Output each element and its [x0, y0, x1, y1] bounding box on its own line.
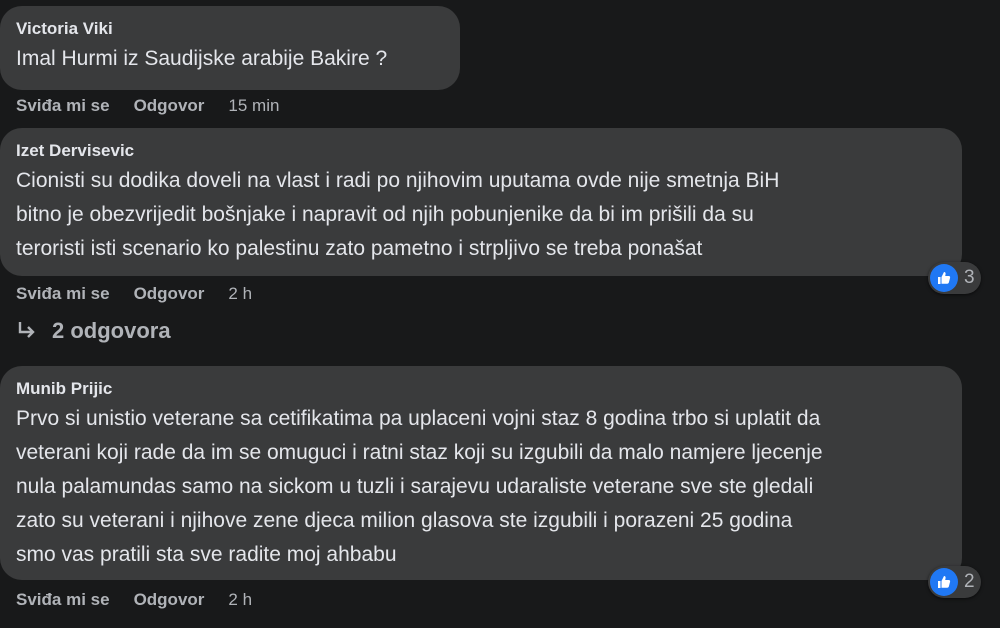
comment-author[interactable]: Munib Prijic: [16, 378, 946, 400]
reaction-summary[interactable]: 2: [928, 566, 981, 598]
comment-bubble: Victoria Viki Imal Hurmi iz Saudijske ar…: [0, 6, 460, 90]
reaction-count: 2: [964, 571, 975, 592]
reply-button[interactable]: Odgovor: [134, 95, 205, 117]
comment-timestamp[interactable]: 15 min: [228, 95, 279, 117]
reply-button[interactable]: Odgovor: [134, 589, 205, 611]
comment-timestamp[interactable]: 2 h: [228, 589, 252, 611]
comment-text: Prvo si unistio veterane sa cetifikatima…: [16, 402, 946, 572]
replies-count-label: 2 odgovora: [52, 318, 171, 343]
comment-timestamp[interactable]: 2 h: [228, 283, 252, 305]
like-button[interactable]: Sviđa mi se: [16, 95, 110, 117]
comment-actions: Sviđa mi se Odgovor 2 h: [16, 283, 252, 305]
comment-bubble: Izet Dervisevic Cionisti su dodika dovel…: [0, 128, 962, 276]
like-button[interactable]: Sviđa mi se: [16, 589, 110, 611]
comment-text-line: zato su veterani i njihove zene djeca mi…: [16, 509, 793, 532]
comment-actions: Sviđa mi se Odgovor 15 min: [16, 95, 279, 117]
comments-section: Victoria Viki Imal Hurmi iz Saudijske ar…: [0, 0, 1000, 628]
reaction-summary[interactable]: 3: [928, 262, 981, 294]
like-thumb-icon: [930, 264, 958, 292]
comment-text-line: veterani koji rade da im se omuguci i ra…: [16, 441, 823, 464]
like-thumb-icon: [930, 568, 958, 596]
comment-text: Cionisti su dodika doveli na vlast i rad…: [16, 164, 946, 266]
comment-text-line: Cionisti su dodika doveli na vlast i rad…: [16, 169, 780, 192]
reply-arrow-icon: [16, 320, 38, 342]
comment-text: Imal Hurmi iz Saudijske arabije Bakire ?: [16, 47, 388, 70]
comment-bubble: Munib Prijic Prvo si unistio veterane sa…: [0, 366, 962, 580]
comment-text-line: teroristi isti scenario ko palestinu zat…: [16, 237, 703, 260]
like-button[interactable]: Sviđa mi se: [16, 283, 110, 305]
comment-text-line: bitno je obezvrijedit bošnjake i napravi…: [16, 203, 754, 226]
reply-button[interactable]: Odgovor: [134, 283, 205, 305]
comment-text-line: smo vas pratili sta sve radite moj ahbab…: [16, 543, 397, 566]
view-replies-link[interactable]: 2 odgovora: [16, 318, 171, 344]
comment-author[interactable]: Izet Dervisevic: [16, 140, 946, 162]
comment-author[interactable]: Victoria Viki: [16, 18, 444, 40]
reaction-count: 3: [964, 267, 975, 288]
comment-text-line: nula palamundas samo na sickom u tuzli i…: [16, 475, 814, 498]
comment-text-line: Prvo si unistio veterane sa cetifikatima…: [16, 407, 821, 430]
comment-actions: Sviđa mi se Odgovor 2 h: [16, 589, 252, 611]
